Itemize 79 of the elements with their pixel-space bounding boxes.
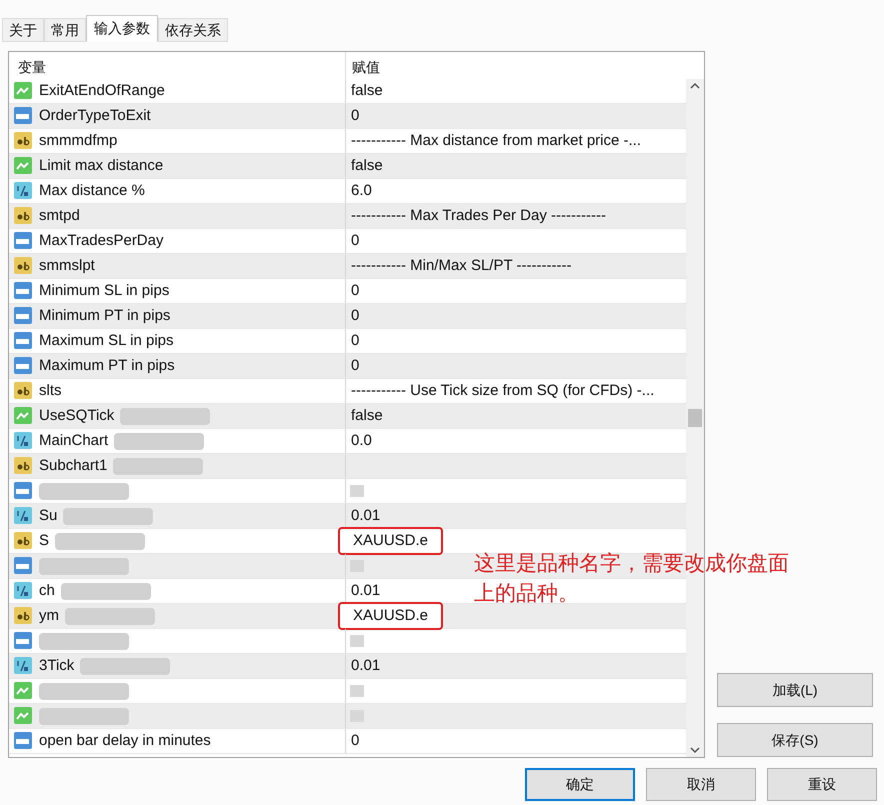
parameter-name: 3Tick <box>39 656 74 676</box>
parameter-name: S <box>39 530 50 551</box>
tab[interactable]: 输入参数 <box>86 15 158 42</box>
parameter-name: ch <box>39 580 55 601</box>
scrollbar[interactable] <box>686 79 704 757</box>
parameter-name: Maximum SL in pips <box>39 330 174 351</box>
text-type-icon <box>13 131 33 151</box>
text-type-icon <box>13 531 33 551</box>
parameter-value[interactable]: 6.0 <box>350 180 373 202</box>
text-type-icon <box>13 256 33 276</box>
integer-type-icon <box>13 556 33 576</box>
scroll-thumb[interactable] <box>688 409 702 427</box>
parameter-name: MainChart <box>39 430 108 451</box>
parameter-value[interactable]: false <box>350 404 384 428</box>
parameter-name: MaxTradesPerDay <box>39 230 164 251</box>
parameter-value[interactable]: 0.01 <box>350 580 382 602</box>
dialog-button[interactable]: 取消 <box>646 768 756 801</box>
blurred-area <box>350 685 364 697</box>
parameter-name: smmslpt <box>39 256 95 276</box>
tab[interactable]: 关于 <box>2 18 44 42</box>
parameter-name: smtpd <box>39 206 80 226</box>
parameter-name: OrderTypeToExit <box>39 106 151 126</box>
parameter-value[interactable]: 0 <box>350 730 360 752</box>
parameter-value[interactable]: 0 <box>350 280 360 302</box>
parameter-value[interactable]: false <box>350 154 384 178</box>
parameter-name: open bar delay in minutes <box>39 730 211 751</box>
side-button[interactable]: 加载(L) <box>717 673 873 707</box>
parameter-name: Max distance % <box>39 180 145 201</box>
parameter-value[interactable]: 0 <box>350 230 360 252</box>
text-type-icon <box>13 206 33 226</box>
blurred-area <box>350 635 364 647</box>
parameter-value[interactable]: XAUUSD.e <box>338 526 444 556</box>
parameter-value[interactable]: ----------- Max distance from market price -... <box>350 130 642 152</box>
parameter-value[interactable]: ----------- Use Tick size from SQ (for CFDs) -... <box>350 380 656 402</box>
parameter-value[interactable]: 0.0 <box>350 430 373 452</box>
parameter-value[interactable]: 0 <box>350 354 360 378</box>
parameter-value[interactable]: ----------- Min/Max SL/PT ----------- <box>350 254 572 278</box>
parameter-name: Maximum PT in pips <box>39 356 175 376</box>
column-header[interactable]: 赋值 <box>346 52 380 79</box>
parameter-name: ym <box>39 606 59 626</box>
parameter-value[interactable]: 0.01 <box>350 504 382 528</box>
integer-type-icon <box>13 106 33 126</box>
boolean-type-icon <box>13 706 33 726</box>
side-button[interactable]: 保存(S) <box>717 723 873 757</box>
parameter-name: Minimum SL in pips <box>39 280 170 301</box>
parameter-name: ExitAtEndOfRange <box>39 80 165 101</box>
fraction-type-icon <box>13 581 33 601</box>
blurred-area <box>350 485 364 497</box>
tab[interactable]: 依存关系 <box>158 18 228 42</box>
parameter-value[interactable]: 0 <box>350 304 360 328</box>
dialog-button[interactable]: 重设 <box>767 768 877 801</box>
parameter-name: smmmdfmp <box>39 130 118 151</box>
parameter-name: Minimum PT in pips <box>39 306 170 326</box>
integer-type-icon <box>13 306 33 326</box>
text-type-icon <box>13 456 33 476</box>
boolean-type-icon <box>13 156 33 176</box>
integer-type-icon <box>13 356 33 376</box>
parameter-value[interactable]: 0 <box>350 104 360 128</box>
parameter-value[interactable]: 0.01 <box>350 654 382 678</box>
text-type-icon <box>13 606 33 626</box>
parameter-value[interactable]: XAUUSD.e <box>338 602 444 630</box>
annotation-text: 上的品种。 <box>474 581 580 607</box>
dialog-button[interactable]: 确定 <box>525 768 635 801</box>
fraction-type-icon <box>13 431 33 451</box>
parameter-name: Limit max distance <box>39 156 164 176</box>
parameter-name: slts <box>39 380 62 401</box>
parameter-name: Su <box>39 506 58 526</box>
boolean-type-icon <box>13 406 33 426</box>
parameter-name: Subchart1 <box>39 456 108 476</box>
parameter-value[interactable]: ----------- Max Trades Per Day ----------- <box>350 204 607 228</box>
parameter-value[interactable]: 0 <box>350 330 360 352</box>
fraction-type-icon <box>13 181 33 201</box>
tab[interactable]: 常用 <box>44 18 86 42</box>
text-type-icon <box>13 381 33 401</box>
parameter-name: UseSQTick <box>39 406 114 426</box>
annotation-text: 这里是品种名字，需要改成你盘面 <box>474 551 789 577</box>
fraction-type-icon <box>13 506 33 526</box>
fraction-type-icon <box>13 656 33 676</box>
parameter-value[interactable]: false <box>350 80 384 102</box>
